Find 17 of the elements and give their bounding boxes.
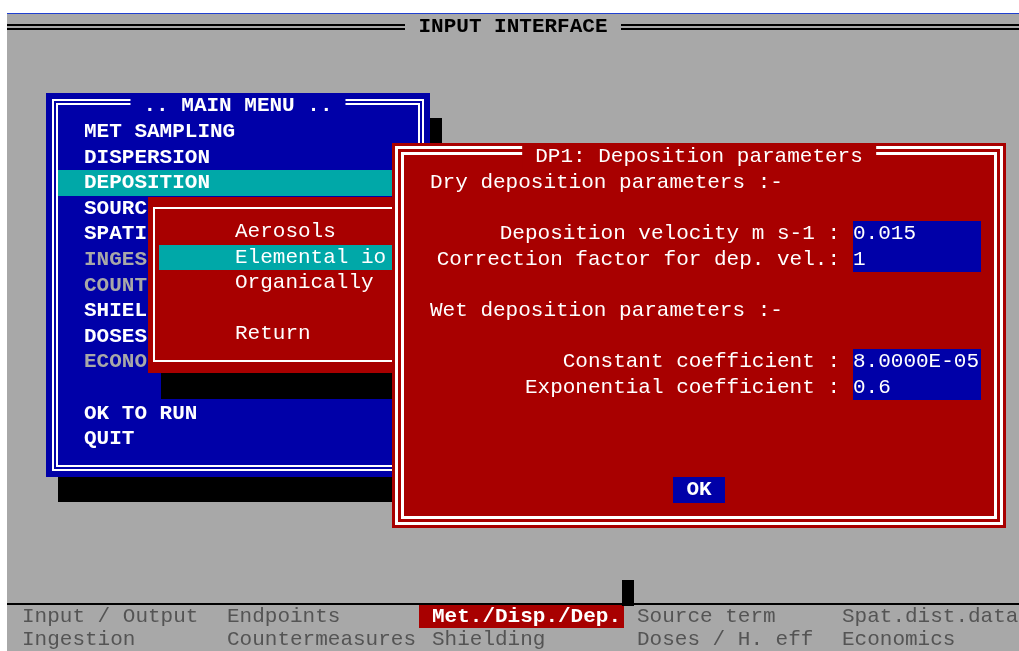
field-label: Deposition velocity m s-1 : [498,221,840,247]
value-field[interactable]: 8.0000E-05 [853,349,981,375]
value-field[interactable]: 0.6 [853,374,981,401]
menu-item[interactable]: Return [159,321,392,347]
menu-item[interactable]: MET SAMPLING [58,119,418,145]
status-item[interactable]: Met./Disp./Dep. [419,605,624,628]
menu-item[interactable]: Aerosols [159,219,392,245]
field-label: Exponential coefficient : [523,374,840,401]
section-heading: Dry deposition parameters :- [430,170,784,196]
screen-title: INPUT INTERFACE [417,15,609,39]
menu-item[interactable]: Organically [159,270,392,296]
value-field[interactable]: 1 [853,246,981,273]
ok-button[interactable]: OK [673,477,725,503]
section-heading: Wet deposition parameters :- [430,297,784,324]
value-field[interactable]: 0.015 [853,221,981,247]
field-label: Correction factor for dep. vel.: [435,246,840,273]
field-label: Constant coefficient : [561,349,840,375]
